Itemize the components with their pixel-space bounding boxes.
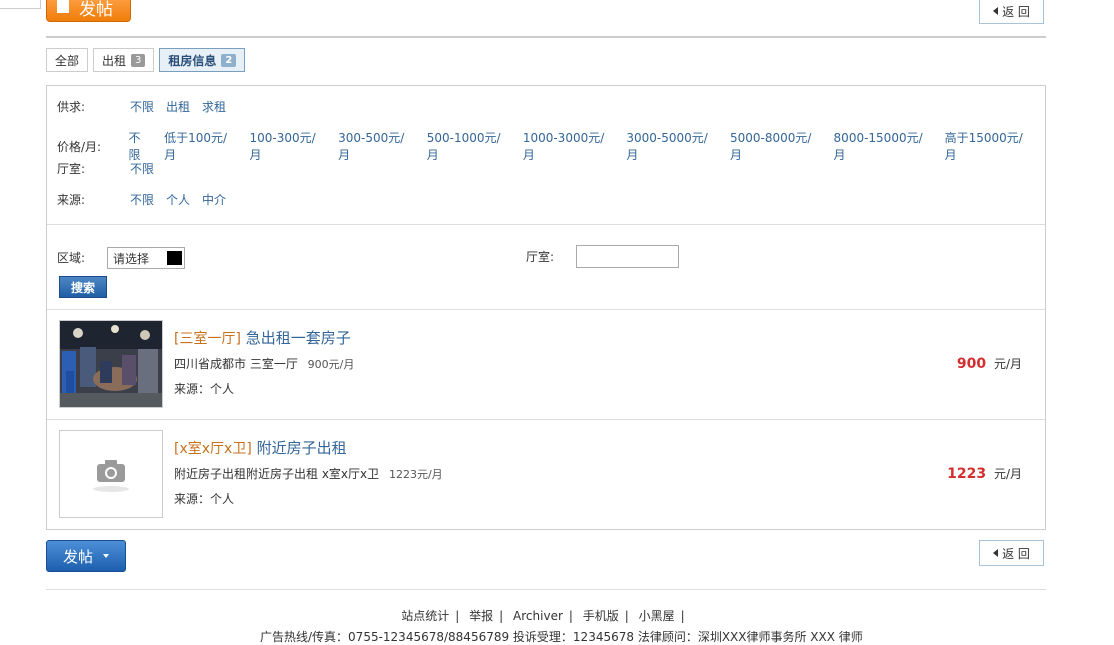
price-value: 900: [956, 356, 987, 372]
tab-label: 全部: [55, 53, 80, 68]
listing-item[interactable]: [x室x厅x卫] 附近房子出租 附近房子出租附近房子出租 x室x厅x卫 1223…: [47, 420, 1045, 530]
post-button-bottom[interactable]: 发帖: [46, 540, 126, 572]
listing-name[interactable]: 附近房子出租: [257, 439, 347, 457]
footer-link[interactable]: 站点统计: [401, 609, 449, 623]
back-button-label: 返 回: [1002, 546, 1030, 561]
back-button-bottom[interactable]: 返 回: [979, 540, 1044, 566]
tab-rent-out[interactable]: 出租 3: [93, 48, 155, 72]
tab-label: 租房信息: [168, 53, 217, 68]
filter-option[interactable]: 中介: [202, 191, 226, 208]
footer-link[interactable]: Archiver: [513, 609, 563, 623]
listing-desc: 附近房子出租附近房子出租 x室x厅x卫 1223元/月: [174, 465, 443, 482]
listing-title[interactable]: [x室x厅x卫] 附近房子出租: [174, 437, 347, 458]
filter-option[interactable]: 1000-3000元/月: [523, 129, 615, 163]
listing-photo[interactable]: [59, 320, 163, 408]
listing-desc-price: 1223元/月: [388, 468, 443, 481]
listing-desc-text: 附近房子出租附近房子出租 x室x厅x卫: [174, 467, 380, 481]
filter-option[interactable]: 500-1000元/月: [427, 129, 511, 163]
filter-option[interactable]: 不限: [130, 98, 154, 115]
filter-price: 价格/月: 不限 低于100元/月 100-300元/月 300-500元/月 …: [57, 129, 1045, 163]
listing-desc-price: 900元/月: [307, 358, 355, 371]
filter-supply: 供求: 不限 出租 求租: [57, 98, 238, 115]
chevron-down-icon: [103, 554, 109, 558]
tab-label: 出租: [102, 53, 127, 68]
listing-price: 1223 元/月: [947, 465, 1022, 482]
document-icon: [57, 0, 69, 13]
hall-input[interactable]: [576, 245, 679, 268]
divider: [46, 36, 1046, 38]
footer-link[interactable]: 小黑屋: [639, 609, 675, 623]
filter-label: 厅室:: [57, 162, 86, 176]
search-button[interactable]: 搜索: [59, 276, 107, 298]
hall-label: 厅室:: [526, 250, 555, 264]
filter-option[interactable]: 求租: [202, 98, 226, 115]
tab-count-badge: 2: [221, 53, 237, 67]
category-tabs: 全部 出租 3 租房信息 2: [46, 48, 246, 72]
filter-label: 价格/月:: [57, 139, 102, 154]
listing-item[interactable]: [三室一厅] 急出租一套房子 四川省成都市 三室一厅 900元/月 来源：个人 …: [47, 310, 1045, 420]
listing-name[interactable]: 急出租一套房子: [246, 329, 351, 347]
back-arrow-icon: [993, 549, 999, 557]
listing-tag: [x室x厅x卫]: [174, 441, 252, 457]
listing-photo-placeholder[interactable]: [59, 430, 163, 518]
footer-link[interactable]: 举报: [469, 609, 493, 623]
tab-rental-info[interactable]: 租房信息 2: [159, 48, 246, 72]
filter-option[interactable]: 个人: [166, 191, 190, 208]
filter-source: 来源: 不限 个人 中介: [57, 191, 238, 208]
footer-link[interactable]: 手机版: [583, 609, 619, 623]
listing-desc: 四川省成都市 三室一厅 900元/月: [174, 355, 354, 372]
filter-option[interactable]: 3000-5000元/月: [626, 129, 718, 163]
listing-source: 来源：个人: [174, 382, 235, 396]
filter-label: 供求:: [57, 100, 86, 114]
back-arrow-icon: [993, 7, 999, 15]
area-select-value: 请选择: [113, 251, 150, 266]
filter-option[interactable]: 低于100元/月: [164, 129, 237, 163]
price-value: 1223: [947, 466, 987, 482]
top-left-tab: [0, 0, 41, 9]
filter-option[interactable]: 5000-8000元/月: [730, 129, 822, 163]
post-button-label: 发帖: [79, 0, 113, 20]
post-button-label: 发帖: [62, 547, 93, 566]
filter-option[interactable]: 高于15000元/月: [945, 129, 1033, 163]
divider: [46, 589, 1046, 590]
footer-info: 广告热线/传真：0755-12345678/88456789 投诉受理：1234…: [260, 630, 863, 644]
post-button-top[interactable]: 发帖: [46, 0, 131, 22]
footer-links: 站点统计 | 举报 | Archiver | 手机版 | 小黑屋 |: [401, 609, 685, 623]
listing-price: 900 元/月: [957, 355, 1022, 372]
listing-desc-text: 四川省成都市 三室一厅: [174, 357, 298, 371]
filter-option[interactable]: 不限: [130, 191, 154, 208]
divider: [47, 224, 1045, 225]
tab-count-badge: 3: [131, 53, 146, 67]
back-button-top[interactable]: 返 回: [979, 0, 1044, 24]
filter-option[interactable]: 300-500元/月: [338, 129, 415, 163]
filter-hall: 厅室: 不限: [57, 160, 166, 177]
camera-icon: [60, 431, 162, 517]
filter-option[interactable]: 8000-15000元/月: [834, 129, 933, 163]
filter-label: 来源:: [57, 193, 86, 207]
filter-option[interactable]: 出租: [166, 98, 190, 115]
back-button-label: 返 回: [1002, 4, 1030, 19]
price-unit: 元/月: [993, 357, 1022, 371]
filter-option[interactable]: 不限: [130, 160, 154, 177]
price-unit: 元/月: [993, 467, 1022, 481]
filter-option[interactable]: 100-300元/月: [250, 129, 327, 163]
listing-title[interactable]: [三室一厅] 急出租一套房子: [174, 327, 351, 348]
area-label: 区域:: [57, 251, 86, 265]
filter-option[interactable]: 不限: [129, 129, 153, 163]
listing-tag: [三室一厅]: [174, 331, 241, 347]
area-select[interactable]: 请选择: [107, 247, 185, 269]
dropdown-arrow-icon: [167, 251, 182, 265]
tab-all[interactable]: 全部: [46, 48, 89, 72]
content-panel: 供求: 不限 出租 求租 价格/月: 不限 低于100元/月 100-300元/…: [46, 85, 1046, 530]
listing-source: 来源：个人: [174, 492, 235, 506]
